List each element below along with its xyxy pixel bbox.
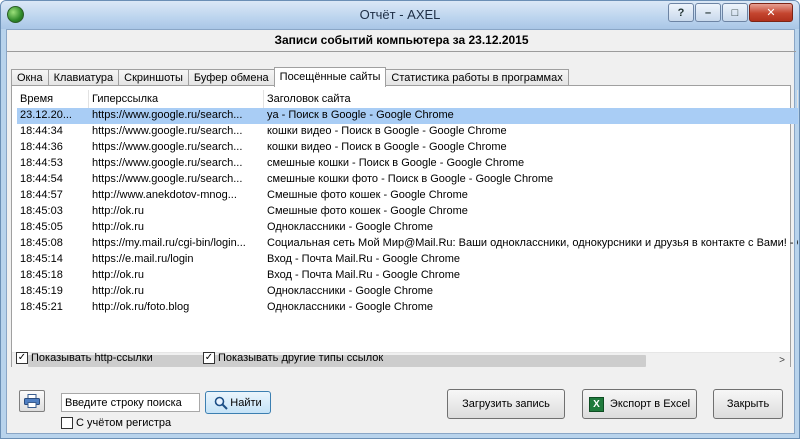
sites-table: Время Гиперссылка Заголовок сайта 23.12.…	[17, 90, 798, 325]
cell-link: https://www.google.ru/search...	[92, 125, 243, 137]
table-row[interactable]: 18:45:14 https://e.mail.ru/login Вход - По…	[17, 252, 798, 268]
cell-title: кошки видео - Поиск в Google - Google Ch…	[267, 141, 507, 153]
minimize-button[interactable]: –	[695, 3, 721, 22]
show-http-links-label: Показывать http-ссылки	[31, 352, 153, 364]
column-header-time[interactable]: Время	[17, 90, 89, 108]
cell-title: Вход - Почта Mail.Ru - Google Chrome	[267, 269, 460, 281]
table-row[interactable]: 18:45:03 http://ok.ru Смешные фото кошек -…	[17, 204, 798, 220]
column-header-link[interactable]: Гиперссылка	[89, 90, 264, 108]
cell-time: 18:45:19	[20, 285, 63, 297]
case-sensitive-option[interactable]: С учётом регистра	[61, 417, 171, 429]
table-row[interactable]: 18:45:19 http://ok.ru Одноклассники - Goog…	[17, 284, 798, 300]
cell-link: https://www.google.ru/search...	[92, 157, 243, 169]
print-button[interactable]	[19, 390, 45, 412]
export-excel-button[interactable]: X Экспорт в Excel	[582, 389, 697, 419]
visited-sites-panel: Время Гиперссылка Заголовок сайта 23.12.…	[11, 85, 798, 368]
export-excel-label: Экспорт в Excel	[609, 398, 691, 410]
load-record-button[interactable]: Загрузить запись	[447, 389, 565, 419]
cell-time: 18:44:54	[20, 173, 63, 185]
cell-link: https://www.google.ru/search...	[92, 109, 243, 121]
printer-icon	[24, 394, 40, 408]
table-row[interactable]: 18:44:54 https://www.google.ru/search... с…	[17, 172, 798, 188]
header-divider	[7, 51, 796, 52]
cell-link: https://e.mail.ru/login	[92, 253, 194, 265]
case-sensitive-label: С учётом регистра	[76, 417, 172, 429]
cell-time: 18:45:03	[20, 205, 63, 217]
table-row[interactable]: 18:45:18 http://ok.ru Вход - Почта Mail.Ru…	[17, 268, 798, 284]
cell-title: Вход - Почта Mail.Ru - Google Chrome	[267, 253, 460, 265]
cell-title: Смешные фото кошек - Google Chrome	[267, 205, 468, 217]
tab-clipboard[interactable]: Буфер обмена	[187, 69, 275, 86]
cell-title: Одноклассники - Google Chrome	[267, 301, 433, 313]
table-row[interactable]: 23.12.20... https://www.google.ru/search.…	[17, 108, 798, 124]
cell-time: 18:44:36	[20, 141, 63, 153]
close-window-button[interactable]: ✕	[749, 3, 793, 22]
caption-buttons: ? – □ ✕	[668, 3, 793, 23]
show-http-links-option[interactable]: ✓ Показывать http-ссылки	[16, 352, 153, 364]
table-row[interactable]: 18:45:08 https://my.mail.ru/cgi-bin/login…	[17, 236, 798, 252]
cell-time: 18:45:21	[20, 301, 63, 313]
cell-title: смешные кошки - Поиск в Google - Google …	[267, 157, 525, 169]
cell-title: Смешные фото кошек - Google Chrome	[267, 189, 468, 201]
cell-title: кошки видео - Поиск в Google - Google Ch…	[267, 125, 507, 137]
table-row[interactable]: 18:44:36 https://www.google.ru/search... к…	[17, 140, 798, 156]
table-row[interactable]: 18:45:21 http://ok.ru/foto.blog Одноклассн…	[17, 300, 798, 316]
show-other-links-label: Показывать другие типы ссылок	[218, 352, 384, 364]
cell-link: http://ok.ru/foto.blog	[92, 301, 190, 313]
tab-screenshots[interactable]: Скриншоты	[118, 69, 189, 86]
client-area: Записи событий компьютера за 23.12.2015 …	[6, 29, 798, 435]
tab-strip: Окна Клавиатура Скриншоты Буфер обмена П…	[11, 67, 569, 87]
table-header: Время Гиперссылка Заголовок сайта	[17, 90, 798, 108]
cell-title: ya - Поиск в Google - Google Chrome	[267, 109, 454, 121]
help-button[interactable]: ?	[668, 3, 694, 22]
table-row[interactable]: 18:44:34 https://www.google.ru/search... к…	[17, 124, 798, 140]
magnifier-icon	[214, 396, 229, 410]
column-header-title[interactable]: Заголовок сайта	[264, 90, 798, 108]
cell-time: 18:44:34	[20, 125, 63, 137]
cell-link: https://www.google.ru/search...	[92, 141, 243, 153]
close-button-label: Закрыть	[726, 398, 770, 410]
search-input[interactable]	[61, 393, 200, 412]
cell-time: 18:45:08	[20, 237, 63, 249]
tab-visited-sites[interactable]: Посещённые сайты	[273, 67, 387, 87]
cell-time: 18:45:05	[20, 221, 63, 233]
scroll-right-arrow-icon[interactable]: >	[775, 354, 789, 368]
cell-time: 18:44:57	[20, 189, 63, 201]
close-button[interactable]: Закрыть	[713, 389, 783, 419]
load-record-label: Загрузить запись	[462, 398, 550, 410]
maximize-button[interactable]: □	[722, 3, 748, 22]
show-other-links-checkbox[interactable]: ✓	[203, 352, 215, 364]
tab-windows[interactable]: Окна	[11, 69, 49, 86]
bottom-toolbar: Найти С учётом регистра Загрузить запись…	[7, 382, 796, 435]
tab-keyboard[interactable]: Клавиатура	[47, 69, 120, 86]
cell-link: http://ok.ru	[92, 205, 144, 217]
table-row[interactable]: 18:44:57 http://www.anekdotov-mnog... Смеш…	[17, 188, 798, 204]
cell-time: 18:44:53	[20, 157, 63, 169]
cell-link: https://my.mail.ru/cgi-bin/login...	[92, 237, 246, 249]
show-other-links-option[interactable]: ✓ Показывать другие типы ссылок	[203, 352, 383, 364]
table-row[interactable]: 18:45:05 http://ok.ru Одноклассники - Goog…	[17, 220, 798, 236]
cell-title: смешные кошки фото - Поиск в Google - Go…	[267, 173, 554, 185]
cell-link: https://www.google.ru/search...	[92, 173, 243, 185]
show-http-links-checkbox[interactable]: ✓	[16, 352, 28, 364]
cell-time: 18:45:14	[20, 253, 63, 265]
find-button[interactable]: Найти	[205, 391, 271, 414]
cell-time: 18:45:18	[20, 269, 63, 281]
case-sensitive-checkbox[interactable]	[61, 417, 73, 429]
cell-link: http://ok.ru	[92, 269, 144, 281]
table-row[interactable]: 18:44:53 https://www.google.ru/search... с…	[17, 156, 798, 172]
cell-link: http://www.anekdotov-mnog...	[92, 189, 237, 201]
find-button-label: Найти	[230, 396, 262, 409]
tab-program-stats[interactable]: Статистика работы в программах	[385, 69, 569, 86]
cell-title: Одноклассники - Google Chrome	[267, 221, 433, 233]
report-subtitle: Записи событий компьютера за 23.12.2015	[274, 33, 529, 47]
cell-title: Социальная сеть Мой Мир@Mail.Ru: Ваши од…	[267, 237, 798, 249]
title-bar[interactable]: Отчёт - AXEL ? – □ ✕	[1, 1, 799, 29]
report-window: Отчёт - AXEL ? – □ ✕ Записи событий комп…	[0, 0, 800, 439]
cell-time: 23.12.20...	[20, 109, 72, 121]
excel-icon: X	[588, 396, 604, 412]
cell-title: Одноклассники - Google Chrome	[267, 285, 433, 297]
cell-link: http://ok.ru	[92, 221, 144, 233]
cell-link: http://ok.ru	[92, 285, 144, 297]
